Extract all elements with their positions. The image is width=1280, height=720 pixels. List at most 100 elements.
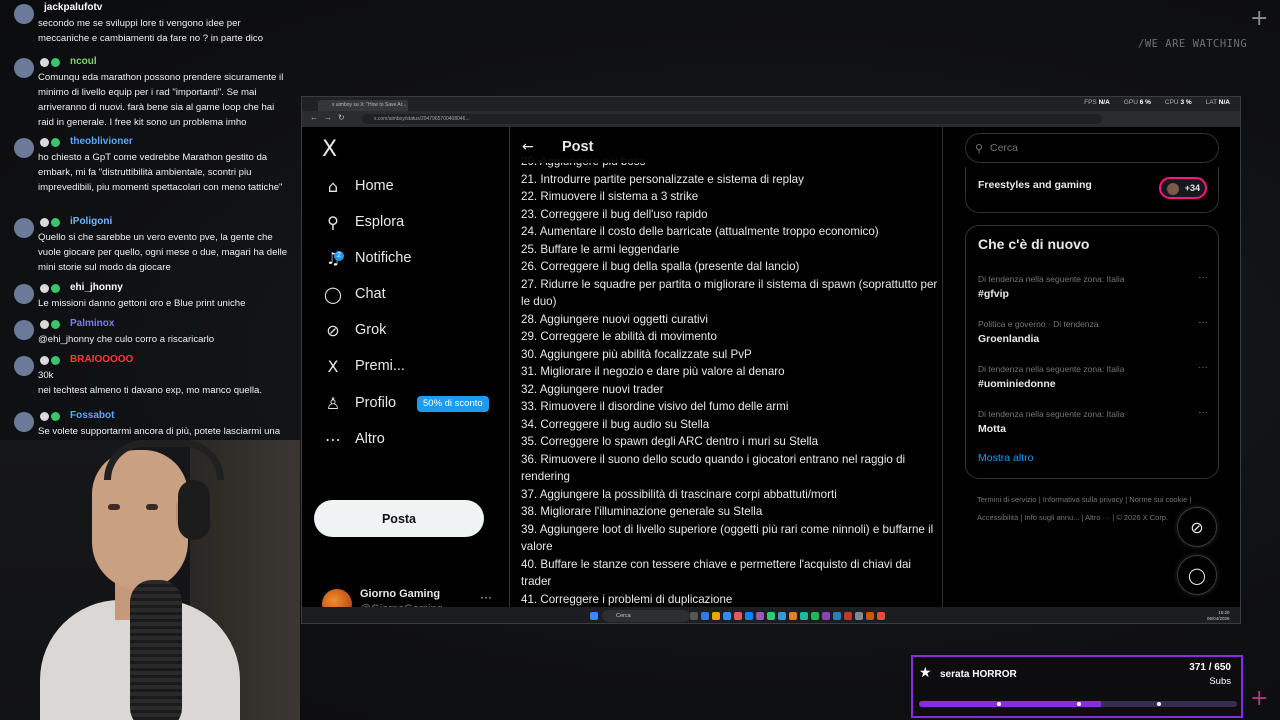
taskbar-app-icon[interactable] [756, 612, 764, 620]
goal-label: Subs [1209, 676, 1231, 687]
avatar [14, 284, 34, 304]
chat-badges [40, 58, 60, 67]
reload-icon[interactable]: ↻ [338, 113, 345, 122]
list-item: 41. Correggere i problemi di duplicazion… [521, 592, 733, 606]
more-circle-icon: ⋯ [325, 429, 341, 449]
nav-item-grok[interactable]: ⊘ Grok [322, 315, 386, 345]
badge-icon [40, 218, 49, 227]
footer-link[interactable]: © 2026 X Corp. [1116, 513, 1168, 522]
taskbar-app-icon[interactable] [789, 612, 797, 620]
list-item: 26. Correggere il bug della spalla (pres… [521, 260, 800, 273]
chat-username: Palminox [70, 318, 115, 329]
more-options-icon[interactable]: ··· [1198, 407, 1208, 418]
chat-text: secondo me se sviluppi lore ti vengono i… [38, 18, 264, 44]
taskbar-search[interactable]: Cerca [602, 610, 690, 622]
list-item: 23. Correggere il bug dell'uso rapido [521, 207, 708, 221]
nav-item-altro[interactable]: ⋯ Altro [322, 424, 385, 454]
taskbar-app-icon[interactable] [877, 612, 885, 620]
badge-icon [51, 284, 60, 293]
more-options-icon[interactable]: ··· [1198, 317, 1208, 328]
search-placeholder: Cerca [990, 142, 1019, 154]
back-nav-icon[interactable]: ← [310, 113, 318, 122]
tab-bar: x aimboy su X: "How to Save Ar... FPS N/… [302, 97, 1240, 111]
goal-milestone-dot [1077, 702, 1081, 706]
chat-text: @ehi_jhonny che culo corro a riscaricarl… [38, 334, 215, 345]
chat-username: theoblivioner [70, 136, 133, 147]
list-item: 38. Migliorare l'illuminazione generale … [521, 505, 763, 518]
nav-item-profilo[interactable]: ♙ Profilo [322, 388, 396, 418]
list-item: 36. Rimuovere il suono dello scudo quand… [521, 452, 906, 484]
chat-badges [40, 284, 60, 293]
footer-link[interactable]: Info sugli annu... [1024, 513, 1079, 522]
trend-name: Motta [978, 423, 1006, 435]
taskbar-app-icon[interactable] [800, 612, 808, 620]
taskbar-app-icon[interactable] [833, 612, 841, 620]
nav-item-label: Esplora [355, 214, 405, 230]
taskbar-app-icon[interactable] [844, 612, 852, 620]
trend-item[interactable]: Di tendenza nella seguente zona: Italia #… [978, 362, 1208, 390]
more-options-icon[interactable]: ··· [1198, 272, 1208, 283]
nav-item-premi[interactable]: X Premi... [322, 351, 405, 381]
list-item: 35. Correggere lo spawn degli ARC dentro… [521, 435, 819, 448]
footer-link[interactable]: Altro ··· [1085, 513, 1110, 522]
taskbar-app-icon[interactable] [701, 612, 709, 620]
footer-link[interactable]: Norme sui cookie [1129, 495, 1187, 504]
taskbar-app-icon[interactable] [811, 612, 819, 620]
taskbar-app-icon[interactable] [767, 612, 775, 620]
show-more-link[interactable]: Mostra altro [978, 452, 1033, 464]
url-field[interactable]: x.com/aimboy/status/2047965700408046... [362, 114, 1102, 124]
trend-item[interactable]: Di tendenza nella seguente zona: Italia M… [978, 407, 1208, 435]
right-sidebar: ⚲ Cerca Freestyles and gaming +34 Che c'… [952, 127, 1240, 607]
nav-item-chat[interactable]: ◯ Chat [322, 279, 386, 309]
chat-username: ncoul [70, 56, 97, 67]
forward-nav-icon[interactable]: → [324, 113, 332, 122]
live-listeners-badge[interactable]: +34 [1159, 177, 1207, 199]
nav-item-label: Altro [355, 431, 385, 447]
streamer-eye [146, 504, 158, 510]
nav-item-label: Premi... [355, 358, 405, 374]
footer-link[interactable]: Termini di servizio [977, 495, 1037, 504]
nav-item-home[interactable]: ⌂ Home [322, 171, 394, 201]
perf-stat-label: GPU [1123, 99, 1138, 106]
grok-fab-icon[interactable]: ⊘ [1177, 507, 1217, 547]
taskbar-app-icon[interactable] [745, 612, 753, 620]
chat-username: BRAIOOOOO [70, 354, 134, 365]
taskbar-app-icon[interactable] [723, 612, 731, 620]
list-item: 33. Rimuovere il disordine visivo del fu… [521, 400, 789, 413]
search-input[interactable]: ⚲ Cerca [965, 133, 1219, 163]
live-card[interactable]: Freestyles and gaming +34 [965, 167, 1219, 213]
taskbar-app-icon[interactable] [734, 612, 742, 620]
chat-text: Le missioni danno gettoni oro e Blue pri… [38, 298, 246, 309]
taskbar-app-icon[interactable] [712, 612, 720, 620]
x-logo-icon[interactable]: X [322, 137, 337, 162]
badge-icon [40, 356, 49, 365]
trend-item[interactable]: Politica e governo · Di tendenza Groenlan… [978, 317, 1208, 345]
back-arrow-icon[interactable]: ← [522, 139, 534, 155]
windows-start-icon[interactable] [590, 612, 598, 620]
search-icon: ⚲ [975, 142, 984, 155]
post-column: 20. Aggiungere più boss21. Introdurre pa… [509, 127, 943, 607]
nav-item-label: Profilo [355, 395, 397, 411]
badge-icon [51, 58, 60, 67]
taskbar-app-icon[interactable] [778, 612, 786, 620]
taskbar-app-icon[interactable] [855, 612, 863, 620]
more-options-icon[interactable]: ··· [1198, 362, 1208, 373]
chat-icon: ◯ [324, 284, 342, 304]
profile-name[interactable]: Giorno Gaming [360, 588, 440, 600]
taskbar-app-icon[interactable] [690, 612, 698, 620]
footer-link[interactable]: Accessibilità [977, 513, 1018, 522]
messages-fab-icon[interactable]: ◯ [1177, 555, 1217, 595]
list-item: 34. Correggere il bug audio su Stella [521, 417, 710, 431]
profile-more-icon[interactable]: ··· [480, 590, 492, 604]
nav-item-esplora[interactable]: ⚲ Esplora [322, 207, 404, 237]
taskbar-app-icon[interactable] [822, 612, 830, 620]
taskbar-app-icon[interactable] [866, 612, 874, 620]
chat-text: 30k nei techtest almeno ti davano exp, m… [38, 370, 262, 396]
perf-stat: FPS N/A [1084, 99, 1110, 106]
browser-tab[interactable]: x aimboy su X: "How to Save Ar... [318, 100, 408, 111]
post-button[interactable]: Posta [314, 500, 484, 537]
trend-item[interactable]: Di tendenza nella seguente zona: Italia #… [978, 272, 1208, 300]
goal-milestone-dot [997, 702, 1001, 706]
footer-link[interactable]: Informativa sulla privacy [1043, 495, 1123, 504]
badge-icon [51, 356, 60, 365]
